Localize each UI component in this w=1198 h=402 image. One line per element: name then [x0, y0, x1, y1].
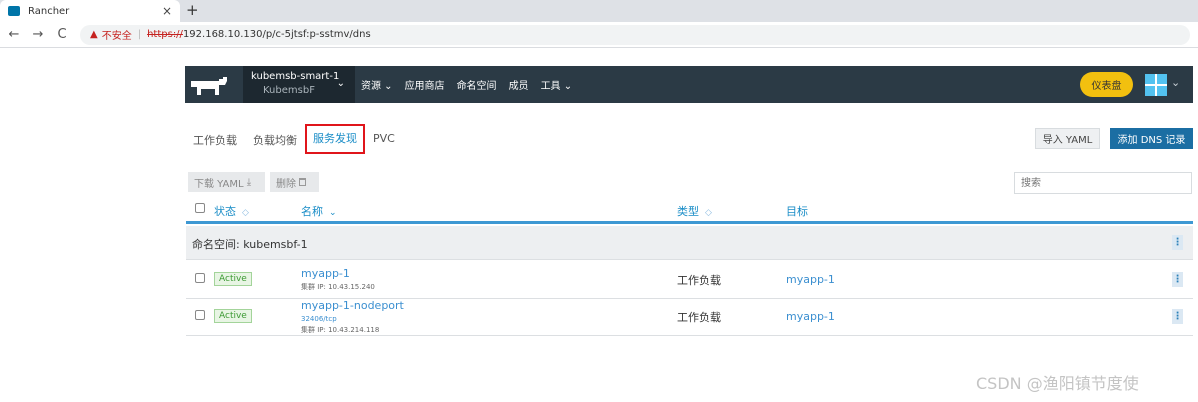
new-tab-icon[interactable]: +	[186, 1, 199, 19]
nav-tools[interactable]: 工具	[541, 77, 573, 92]
namespace-label: 命名空间: kubemsbf-1	[192, 238, 308, 251]
service-name-link[interactable]: myapp-1-nodeport	[301, 299, 404, 312]
cluster-ip: 集群 IP: 10.43.15.240	[301, 283, 375, 291]
reload-icon[interactable]: C	[50, 27, 74, 42]
namespace-group-row: 命名空间: kubemsbf-1 ⋮	[186, 226, 1193, 260]
add-dns-record-button[interactable]: 添加 DNS 记录	[1110, 128, 1193, 149]
sort-icon: ◇	[242, 208, 249, 218]
search-input[interactable]	[1014, 172, 1192, 194]
back-arrow-icon[interactable]: ←	[2, 27, 26, 42]
tab-service-discovery[interactable]: 服务发现	[305, 124, 365, 154]
more-actions-icon[interactable]: ⋮	[1172, 272, 1183, 287]
select-all-checkbox[interactable]	[195, 203, 205, 213]
column-name[interactable]: 名称 ⌄	[301, 203, 337, 219]
rancher-logo-icon[interactable]	[189, 73, 231, 97]
tab-pvc[interactable]: PVC	[373, 130, 395, 160]
address-bar-row: ← → C ▲ 不安全 | https:// 192.168.10.130/p/…	[0, 22, 1198, 48]
url-scheme: https://	[147, 29, 183, 40]
insecure-label: 不安全	[101, 31, 132, 42]
column-target: 目标	[786, 203, 808, 219]
top-nav: 资源 应用商店 命名空间 成员 工具	[361, 77, 572, 92]
header-checkbox-cell	[195, 203, 205, 216]
sub-tabs: 工作负载 负载均衡 服务发现 PVC	[193, 124, 411, 160]
more-actions-icon[interactable]: ⋮	[1172, 235, 1183, 250]
trash-icon	[299, 178, 307, 186]
url-separator: |	[137, 29, 142, 40]
download-yaml-button[interactable]: 下载 YAML ⤓	[188, 172, 265, 192]
column-state[interactable]: 状态 ◇	[214, 203, 249, 219]
chevron-down-icon: ⌄	[336, 78, 345, 89]
service-type: 工作负载	[677, 274, 721, 287]
import-yaml-button[interactable]: 导入 YAML	[1035, 128, 1100, 149]
tab-workloads[interactable]: 工作负载	[193, 130, 237, 160]
sort-icon: ⌄	[329, 208, 337, 218]
service-type: 工作负载	[677, 311, 721, 324]
service-port: 32406/tcp	[301, 315, 337, 323]
delete-label: 删除	[276, 178, 296, 190]
delete-button[interactable]: 删除	[270, 172, 319, 192]
forward-arrow-icon[interactable]: →	[26, 27, 50, 42]
column-name-label: 名称	[301, 205, 323, 218]
more-actions-icon[interactable]: ⋮	[1172, 309, 1183, 324]
browser-tab-strip: Rancher × +	[0, 0, 1198, 22]
nav-members[interactable]: 成员	[509, 77, 529, 92]
table-row: Active myapp-1-nodeport 32406/tcp 集群 IP:…	[186, 299, 1193, 336]
url-input[interactable]: ▲ 不安全 | https:// 192.168.10.130/p/c-5jts…	[80, 24, 1190, 45]
row-checkbox[interactable]	[195, 310, 205, 320]
sort-icon: ◇	[705, 208, 712, 218]
status-badge: Active	[214, 272, 252, 286]
cluster-ip: 集群 IP: 10.43.214.118	[301, 326, 380, 334]
browser-tab-title: Rancher	[28, 5, 70, 17]
rancher-favicon-icon	[8, 6, 20, 16]
column-target-label: 目标	[786, 205, 808, 218]
service-name-link[interactable]: myapp-1	[301, 267, 350, 280]
tab-load-balancing[interactable]: 负载均衡	[253, 130, 297, 160]
watermark: CSDN @渔阳镇节度使	[976, 374, 1139, 393]
rancher-header: kubemsb-smart-1 KubemsbF ⌄ 资源 应用商店 命名空间 …	[185, 66, 1193, 103]
avatar[interactable]	[1145, 74, 1167, 96]
target-link[interactable]: myapp-1	[786, 273, 835, 286]
status-badge: Active	[214, 309, 252, 323]
cluster-selector[interactable]: kubemsb-smart-1 KubemsbF ⌄	[243, 66, 355, 103]
dashboard-button[interactable]: 仪表盘	[1080, 72, 1133, 97]
column-state-label: 状态	[214, 205, 236, 218]
row-checkbox[interactable]	[195, 273, 205, 283]
project-name: KubemsbF	[263, 85, 315, 96]
nav-catalog[interactable]: 应用商店	[405, 77, 445, 92]
close-tab-icon[interactable]: ×	[162, 4, 172, 18]
table-row: Active myapp-1 集群 IP: 10.43.15.240 工作负载 …	[186, 262, 1193, 299]
download-icon: ⤓	[246, 176, 252, 188]
nav-resources[interactable]: 资源	[361, 77, 393, 92]
table-header: 状态 ◇ 名称 ⌄ 类型 ◇ 目标	[186, 200, 1193, 224]
browser-tab[interactable]: Rancher ×	[0, 0, 180, 22]
download-yaml-label: 下载 YAML	[194, 178, 244, 190]
target-link[interactable]: myapp-1	[786, 310, 835, 323]
url-path: 192.168.10.130/p/c-5jtsf:p-sstmv/dns	[182, 29, 371, 40]
cluster-name: kubemsb-smart-1	[251, 71, 340, 82]
column-type-label: 类型	[677, 205, 699, 218]
column-type[interactable]: 类型 ◇	[677, 203, 712, 219]
warning-icon: ▲	[90, 29, 98, 40]
nav-namespaces[interactable]: 命名空间	[457, 77, 497, 92]
chevron-down-icon[interactable]: ⌄	[1171, 76, 1180, 89]
